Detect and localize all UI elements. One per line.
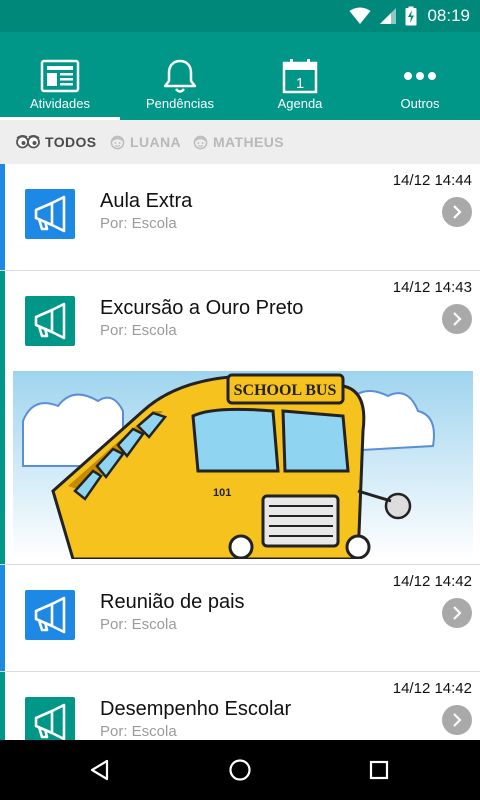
activity-time: 14/12 14:42	[392, 573, 472, 590]
status-time: 08:19	[427, 6, 470, 25]
recents-button[interactable]	[361, 752, 397, 788]
activity-author: Por: Escola	[100, 723, 177, 740]
megaphone-icon	[25, 590, 75, 640]
filter-label: MATHEUS	[213, 134, 284, 150]
activity-card[interactable]: 14/12 14:44 Aula Extra Por: Escola	[0, 164, 480, 271]
wifi-icon	[349, 7, 371, 24]
tab-label: Pendências	[146, 96, 214, 111]
school-bus-image[interactable]: SCHOOL BUS 101	[13, 371, 473, 559]
megaphone-icon	[25, 296, 75, 346]
tab-label: Agenda	[277, 96, 323, 111]
open-activity-button[interactable]	[442, 197, 472, 227]
activity-time: 14/12 14:44	[392, 172, 472, 189]
open-activity-button[interactable]	[442, 304, 472, 334]
chevron-right-icon	[453, 312, 462, 326]
megaphone-icon	[25, 189, 75, 239]
activity-author: Por: Escola	[100, 322, 177, 339]
home-button[interactable]	[222, 752, 258, 788]
bell-icon	[163, 59, 197, 93]
status-bar: 08:19	[0, 0, 480, 32]
bus-number: 101	[213, 487, 231, 499]
activity-title: Reunião de pais	[100, 591, 245, 613]
recents-icon	[369, 760, 389, 780]
activity-author: Por: Escola	[100, 215, 177, 232]
cellular-signal-icon	[380, 8, 397, 24]
chevron-right-icon	[453, 205, 462, 219]
tab-label: Outros	[400, 96, 440, 111]
activity-card[interactable]: 14/12 14:42 Desempenho Escolar Por: Esco…	[0, 672, 480, 740]
activity-title: Desempenho Escolar	[100, 698, 292, 720]
chevron-right-icon	[453, 713, 462, 727]
chevron-right-icon	[453, 606, 462, 620]
calendar-day: 1	[296, 75, 304, 92]
tab-agenda[interactable]: 1 Agenda	[240, 32, 360, 120]
face-icon	[110, 135, 125, 149]
system-navigation-bar	[0, 740, 480, 800]
activity-card[interactable]: 14/12 14:42 Reunião de pais Por: Escola	[0, 565, 480, 672]
activity-time: 14/12 14:42	[392, 680, 472, 697]
calendar-icon: 1	[282, 59, 318, 94]
bus-sign-text: SCHOOL BUS	[234, 382, 337, 399]
card-stripe	[0, 271, 5, 564]
activity-author: Por: Escola	[100, 616, 177, 633]
student-filter-bar: TODOS LUANA MATHEUS	[0, 120, 480, 164]
eyes-icon	[16, 134, 40, 149]
tab-outros[interactable]: Outros	[360, 32, 480, 120]
activity-title: Excursão a Ouro Preto	[100, 297, 304, 319]
activity-feed[interactable]: 14/12 14:44 Aula Extra Por: Escola 14/12…	[0, 164, 480, 740]
more-icon	[404, 72, 436, 80]
megaphone-icon	[25, 697, 75, 740]
card-stripe	[0, 565, 5, 671]
tab-pendencias[interactable]: Pendências	[120, 32, 240, 120]
newspaper-icon	[40, 59, 80, 93]
back-icon	[90, 759, 109, 781]
filter-label: LUANA	[130, 134, 181, 150]
face-icon	[193, 135, 208, 149]
battery-charging-icon	[405, 6, 417, 26]
tab-label: Atividades	[30, 96, 90, 111]
back-button[interactable]	[82, 752, 118, 788]
activity-card[interactable]: 14/12 14:43 Excursão a Ouro Preto Por: E…	[0, 271, 480, 565]
open-activity-button[interactable]	[442, 598, 472, 628]
open-activity-button[interactable]	[442, 705, 472, 735]
filter-todos[interactable]: TODOS	[16, 120, 97, 164]
app-bar: Atividades Pendências 1 Agenda Outros	[0, 32, 480, 120]
filter-matheus[interactable]: MATHEUS	[193, 120, 284, 164]
home-icon	[229, 759, 251, 781]
card-stripe	[0, 164, 5, 270]
card-stripe	[0, 672, 5, 740]
activity-title: Aula Extra	[100, 190, 193, 212]
activity-time: 14/12 14:43	[392, 279, 472, 296]
app-screen: 08:19 Atividades Pendências 1 Agenda Out…	[0, 0, 480, 800]
filter-luana[interactable]: LUANA	[110, 120, 181, 164]
filter-label: TODOS	[45, 134, 97, 150]
tab-atividades[interactable]: Atividades	[0, 32, 120, 120]
status-icons: 08:19	[349, 0, 470, 32]
